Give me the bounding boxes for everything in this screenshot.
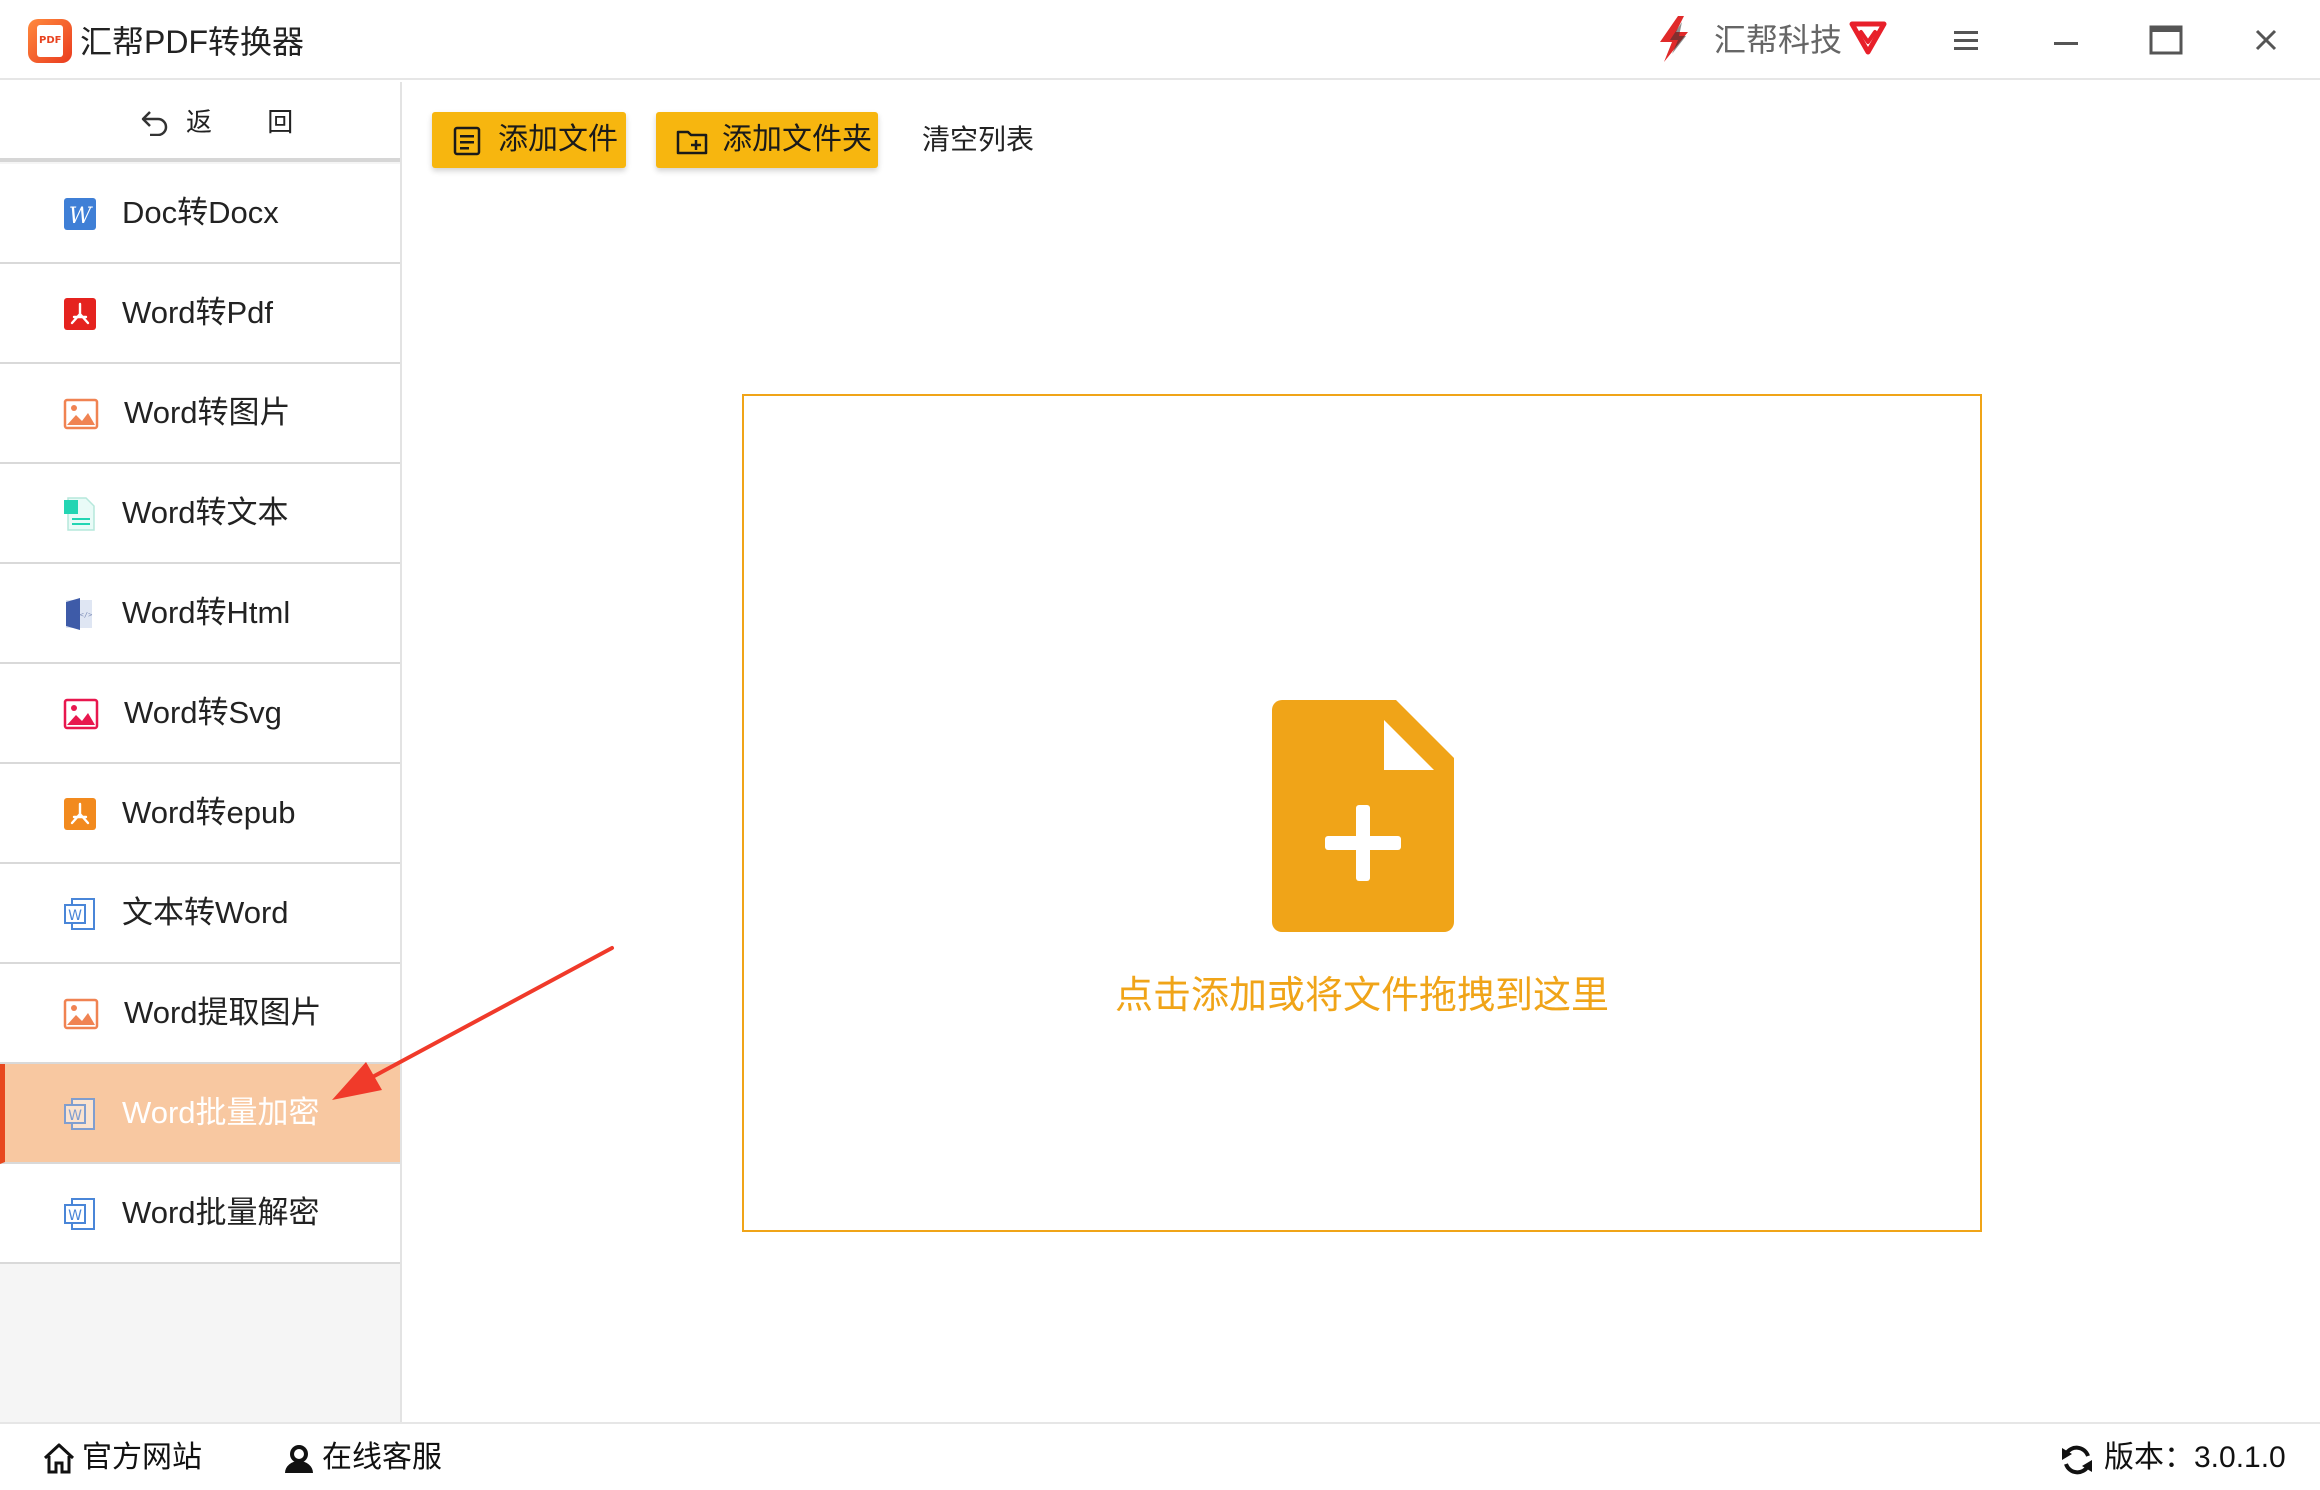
sidebar-item-label: Word转Svg — [124, 695, 282, 730]
add-file-label: 添加文件 — [498, 123, 618, 156]
app-logo-text: PDF — [39, 35, 62, 46]
sidebar-item-word-to-epub[interactable]: Word转epub — [0, 764, 400, 864]
sidebar-item-word-to-text[interactable]: Word转文本 — [0, 464, 400, 564]
svg-text:W: W — [69, 204, 94, 229]
online-support-link[interactable]: 在线客服 — [282, 1438, 462, 1478]
sidebar-item-label: Word提取图片 — [124, 995, 322, 1030]
sidebar-item-word-batch-decrypt[interactable]: W Word批量解密 — [0, 1164, 400, 1264]
version-label: 版本：3.0.1.0 — [2104, 1441, 2286, 1474]
minimize-icon[interactable] — [2036, 16, 2096, 64]
sidebar-item-label: Word批量加密 — [122, 1095, 320, 1130]
text-file-icon — [64, 497, 95, 531]
sidebar-item-label: Word转Pdf — [122, 295, 274, 330]
sidebar-item-word-to-pdf[interactable]: Word转Pdf — [0, 264, 400, 364]
word-w-icon: W — [64, 198, 96, 230]
epub-icon — [64, 798, 96, 830]
official-site-label: 官方网站 — [82, 1441, 202, 1474]
official-site-link[interactable]: 官方网站 — [42, 1438, 202, 1478]
title-bar: PDF 汇帮PDF转换器 汇帮科技 — [0, 0, 2320, 80]
sidebar-item-word-to-svg[interactable]: Word转Svg — [0, 664, 400, 764]
status-bar: 官方网站 在线客服 版本：3.0.1.0 — [0, 1422, 2320, 1490]
svg-text:W: W — [68, 1208, 82, 1224]
back-label: 返 回 — [186, 107, 318, 137]
svg-text:W: W — [68, 908, 82, 924]
image-icon — [63, 398, 99, 430]
word-doc-icon: W — [64, 1198, 95, 1230]
online-support-label: 在线客服 — [322, 1441, 442, 1474]
sidebar-item-word-to-image[interactable]: Word转图片 — [0, 364, 400, 464]
sidebar-item-label: Word批量解密 — [122, 1195, 320, 1230]
sidebar-item-word-to-html[interactable]: </> Word转Html — [0, 564, 400, 664]
vip-diamond-icon[interactable] — [1848, 18, 1888, 56]
svg-text:W: W — [68, 1108, 82, 1124]
annotation-arrow-icon — [332, 946, 614, 1100]
add-document-icon — [1272, 700, 1454, 932]
sidebar-item-doc-to-docx[interactable]: W Doc转Docx — [0, 164, 400, 264]
drop-zone-hint: 点击添加或将文件拖拽到这里 — [1114, 975, 1609, 1017]
add-file-icon — [453, 126, 481, 156]
svg-text:</>: </> — [80, 611, 93, 619]
add-folder-icon — [676, 130, 708, 155]
version-info[interactable]: 版本：3.0.1.0 — [2060, 1438, 2300, 1478]
sidebar-item-label: Word转Html — [122, 595, 291, 630]
sidebar-item-label: Word转文本 — [122, 495, 289, 530]
back-button[interactable]: 返 回 — [0, 82, 400, 162]
sidebar-item-label: Doc转Docx — [122, 195, 279, 230]
pdf-icon — [64, 298, 96, 330]
image-icon — [63, 998, 99, 1030]
file-drop-zone[interactable]: 点击添加或将文件拖拽到这里 — [742, 394, 1982, 1232]
app-logo-icon: PDF — [28, 19, 72, 63]
svg-image-icon — [63, 698, 99, 730]
sidebar-item-label: Word转图片 — [124, 395, 291, 430]
sidebar-item-label: Word转epub — [122, 795, 296, 830]
html-book-icon: </> — [66, 598, 93, 630]
maximize-icon[interactable] — [2136, 16, 2196, 64]
close-icon[interactable] — [2236, 16, 2296, 64]
word-doc-icon: W — [64, 898, 95, 930]
brand-logo-icon — [1660, 16, 1688, 62]
add-folder-label: 添加文件夹 — [722, 123, 872, 156]
menu-icon[interactable] — [1936, 16, 1996, 64]
add-folder-button[interactable]: 添加文件夹 — [656, 112, 878, 168]
app-title: 汇帮PDF转换器 — [80, 24, 305, 60]
home-icon — [43, 1443, 75, 1474]
back-arrow-icon — [141, 111, 168, 136]
sidebar-item-label: 文本转Word — [122, 895, 289, 930]
brand-name: 汇帮科技 — [1714, 22, 1843, 58]
clear-list-button[interactable]: 清空列表 — [922, 120, 1034, 160]
word-doc-icon: W — [64, 1098, 95, 1130]
add-file-button[interactable]: 添加文件 — [432, 112, 626, 168]
customer-service-icon — [285, 1445, 313, 1473]
refresh-icon — [2062, 1445, 2092, 1475]
sidebar: 返 回 W Doc转Docx Word转Pdf Word转图片 Word转文本 … — [0, 82, 402, 1422]
